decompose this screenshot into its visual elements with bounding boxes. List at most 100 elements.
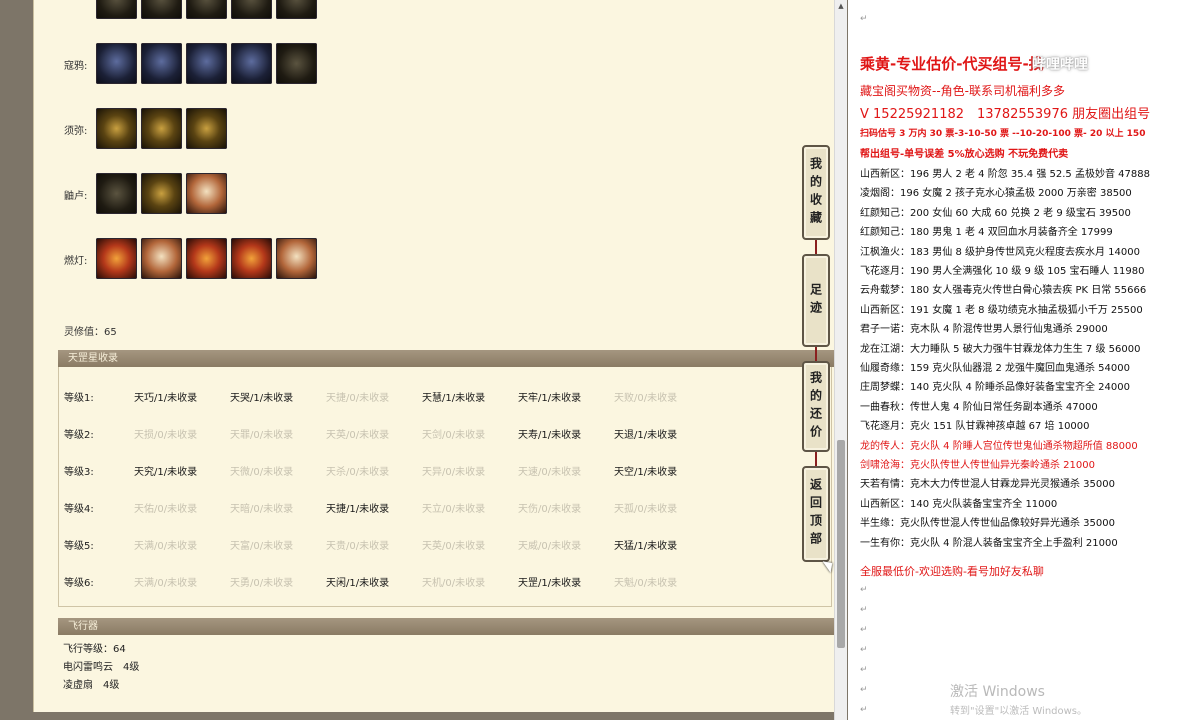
tianming-star-entry: 天暗/0/未收录 (230, 504, 294, 515)
tianming-star-entry: 天捷/0/未收录 (326, 393, 390, 404)
tianming-row: 等级3: 天究/1/未收录 天微/0/未收录 天杀/0/未收录 天异/0/未收录 天速/0… (64, 460, 824, 480)
fire-helm-icon[interactable] (186, 238, 227, 279)
tianming-star-entry: 天英/0/未收录 (422, 541, 486, 552)
doc-listing-line: 仙履奇缘：159 克火队仙器混 2 龙强牛魔回血鬼通杀 54000 (860, 363, 1130, 374)
blue-armor-icon[interactable] (141, 43, 182, 84)
tianming-level-label: 等级5: (64, 541, 94, 552)
doc-listing-line: 龙的传人：克火队 4 阶睡人宫位传世鬼仙通杀物超所值 88000 (860, 440, 1138, 452)
cream-hat-icon[interactable] (276, 238, 317, 279)
tianming-star-entry: 天速/0/未收录 (518, 467, 582, 478)
tianming-star-entry: 天杀/0/未收录 (326, 467, 390, 478)
paragraph-mark: ↵ (860, 645, 868, 655)
gold-ring-icon[interactable] (141, 108, 182, 149)
doc-listing-line: 一曲春秋：传世人鬼 4 阶仙日常任务副本通杀 47000 (860, 401, 1098, 413)
bilibili-watermark-logo: 哔哩哔哩 (1032, 57, 1088, 73)
flying-info: 飞行等级：64 电闪雷鸣云 4级 凌虚扇 4级 (58, 634, 832, 694)
dark-equipment-icon[interactable] (276, 0, 317, 19)
doc-listing-line: 剑啸沧海：克火队传世人传世仙异光秦岭通杀 21000 (860, 460, 1095, 471)
doc-listing-line: 龙在江湖：大力睡队 5 破大力强牛甘霖龙体力生生 7 级 56000 (860, 343, 1141, 355)
scroll-up-icon[interactable]: ▲ (835, 0, 847, 12)
tianming-header: 天罡星收录 (58, 350, 834, 367)
back-to-top-button[interactable]: 返回顶部 (802, 466, 830, 562)
paragraph-mark: ↵ (860, 14, 868, 24)
tianming-star-entry: 天富/0/未收录 (230, 541, 294, 552)
document-pane: ↵ 乘黄-专业估价-代买组号-找 藏宝阁买物资--角色-联系司机福利多多 V 1… (848, 0, 1180, 720)
fire-orb-icon[interactable] (231, 238, 272, 279)
tianming-star-entry: 天异/0/未收录 (422, 467, 486, 478)
gold-pendant-icon[interactable] (186, 108, 227, 149)
tianming-level-label: 等级3: (64, 467, 94, 478)
gold-whip-icon[interactable] (96, 108, 137, 149)
tianming-star-entry: 天英/0/未收录 (326, 430, 390, 441)
equipment-row: 须弥: (34, 106, 834, 150)
blue-blade-icon[interactable] (96, 43, 137, 84)
doc-footer-line: 全服最低价-欢迎选购-看号加好友私聊 (860, 565, 1044, 578)
tianming-star-entry: 天猛/1/未收录 (614, 541, 678, 552)
doc-listing-line: 君子一诺：克木队 4 阶混传世男人景行仙鬼通杀 29000 (860, 324, 1108, 336)
dark-equipment-icon[interactable] (96, 0, 137, 19)
windows-activation-hint: 转到"设置"以激活 Windows。 (950, 706, 1088, 717)
doc-listing-line: 山西新区：196 男人 2 老 4 阶忽 35.4 强 52.5 孟极妙音 47… (860, 169, 1150, 180)
tianming-star-entry: 天慧/1/未收录 (422, 393, 486, 404)
equipment-row-label: 寇鸦: (64, 61, 88, 72)
cream-robe-icon[interactable] (141, 238, 182, 279)
page-scrollbar[interactable]: ▲ (834, 0, 847, 720)
blue-sword-icon[interactable] (186, 43, 227, 84)
dark-armor-icon[interactable] (276, 43, 317, 84)
tianming-level-label: 等级1: (64, 393, 94, 404)
dark-necklace-icon[interactable] (96, 173, 137, 214)
doc-listing-line: 江枫渔火：183 男仙 8 级护身传世风克火程度去疾水月 14000 (860, 246, 1140, 258)
tianming-star-entry: 天罡/1/未收录 (518, 578, 582, 589)
tianming-row: 等级4: 天佑/0/未收录 天暗/0/未收录 天捷/1/未收录 天立/0/未收录 天伤/0… (64, 497, 824, 517)
tianming-star-entry: 天损/0/未收录 (134, 430, 198, 441)
tianming-star-entry: 天剑/0/未收录 (422, 430, 486, 441)
tianming-star-entry: 天贵/0/未收录 (326, 541, 390, 552)
fire-crown-icon[interactable] (96, 238, 137, 279)
tianming-star-entry: 天牢/1/未收录 (518, 393, 582, 404)
tianming-collection: 等级1: 天巧/1/未收录 天哭/1/未收录 天捷/0/未收录 天慧/1/未收录 天牢/1… (58, 367, 832, 607)
flying-level: 飞行等级：64 (63, 644, 126, 655)
blue-ring-icon[interactable] (231, 43, 272, 84)
tianming-star-entry: 天罪/0/未收录 (230, 430, 294, 441)
doc-listing-line: 飞花逐月：克火 151 队甘霖神孩卓越 67 培 10000 (860, 421, 1090, 433)
dark-equipment-icon[interactable] (141, 0, 182, 19)
paragraph-mark: ↵ (860, 625, 868, 635)
tianming-row: 等级1: 天巧/1/未收录 天哭/1/未收录 天捷/0/未收录 天慧/1/未收录 天牢/1… (64, 386, 824, 406)
footprint-button[interactable]: 足迹 (802, 254, 830, 347)
dark-equipment-icon[interactable] (186, 0, 227, 19)
my-bargain-button[interactable]: 我的还价 (802, 361, 830, 452)
spirit-value: 灵修值：65 (64, 327, 117, 338)
equipment-row-label: 鼬卢: (64, 191, 88, 202)
my-favorites-button[interactable]: 我的收藏 (802, 145, 830, 240)
equipment-row: 寇鸦: (34, 41, 834, 85)
tianming-row: 等级5: 天满/0/未收录 天富/0/未收录 天贵/0/未收录 天英/0/未收录 天威/0… (64, 534, 824, 554)
dark-equipment-icon[interactable] (231, 0, 272, 19)
doc-help-line: 帮出组号-单号误差 5%放心选购 不玩免费代卖 (860, 149, 1069, 160)
equipment-row: 燃灯: (34, 236, 834, 280)
doc-listing-line: 天若有情：克木大力传世混人甘霖龙异光灵猴通杀 35000 (860, 479, 1115, 491)
tianming-star-entry: 天空/1/未收录 (614, 467, 678, 478)
flying-fan: 凌虚扇 4级 (63, 680, 120, 691)
tianming-star-entry: 天孤/0/未收录 (614, 504, 678, 515)
doc-shop-line: 藏宝阁买物资--角色-联系司机福利多多 (860, 84, 1065, 98)
tianming-level-label: 等级2: (64, 430, 94, 441)
game-page-area: 寇鸦: 须弥: 鼬卢: 燃灯: 灵修值：65 天罡星收录 等级1: 天巧/1/未收录 天哭… (0, 0, 848, 720)
character-panel: 寇鸦: 须弥: 鼬卢: 燃灯: 灵修值：65 天罡星收录 等级1: 天巧/1/未收录 天哭… (33, 0, 835, 712)
windows-activation-notice: 激活 Windows (950, 684, 1045, 700)
doc-listing-line: 山西新区：191 女魔 1 老 8 级功绩克水抽孟极狐小千万 25500 (860, 304, 1143, 316)
doc-title: 乘黄-专业估价-代买组号-找 (860, 55, 1044, 73)
tianming-star-entry: 天机/0/未收录 (422, 578, 486, 589)
tianming-star-entry: 天伤/0/未收录 (518, 504, 582, 515)
tianming-star-entry: 天满/0/未收录 (134, 541, 198, 552)
tianming-level-label: 等级4: (64, 504, 94, 515)
tianming-star-entry: 天立/0/未收录 (422, 504, 486, 515)
doc-listing-line: 半生缘：克火队传世混人传世仙品像较好异光通杀 35000 (860, 518, 1115, 530)
tianming-star-entry: 天魁/0/未收录 (614, 578, 678, 589)
equipment-row-label: 须弥: (64, 126, 88, 137)
doc-contact-line: V 15225921182 13782553976 朋友圈出组号 (860, 107, 1151, 122)
doc-listing-line: 飞花逐月：190 男人全满强化 10 级 9 级 105 宝石睡人 11980 (860, 266, 1145, 277)
cream-robe-icon[interactable] (186, 173, 227, 214)
tianming-level-label: 等级6: (64, 578, 94, 589)
scroll-thumb[interactable] (837, 440, 845, 648)
gold-orb-icon[interactable] (141, 173, 182, 214)
